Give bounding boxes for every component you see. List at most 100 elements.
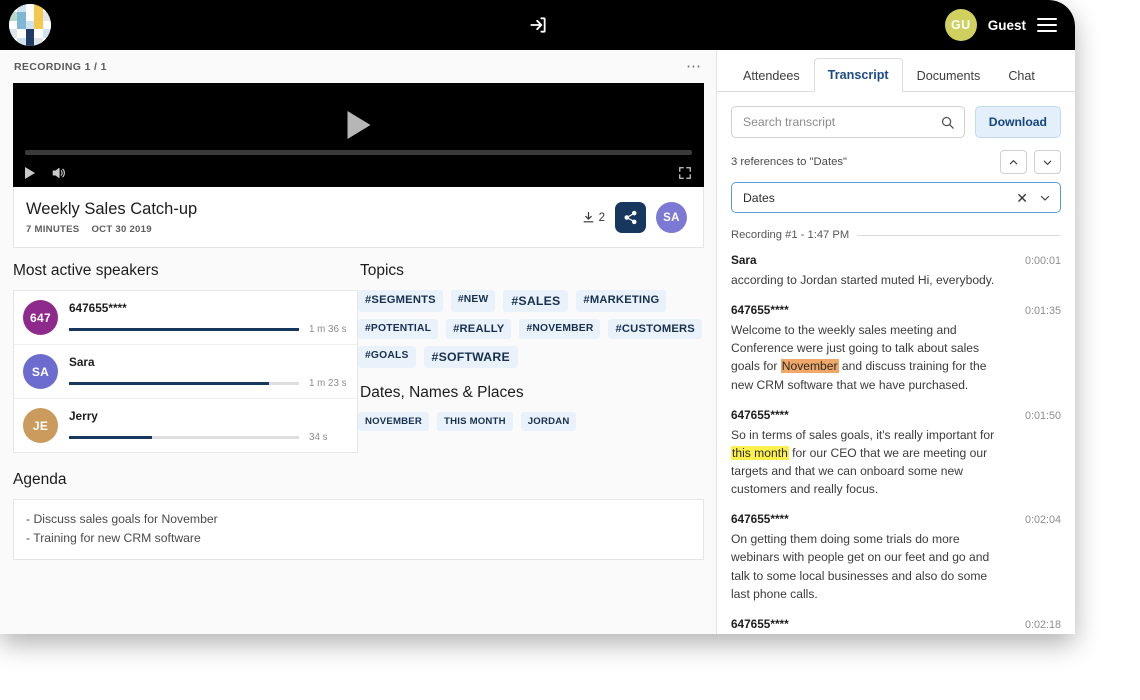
avatar: 647: [23, 300, 58, 335]
transcript-speaker: 647655****: [731, 303, 789, 318]
speaker-bar-fill: [69, 381, 270, 385]
transcript-entry[interactable]: Sara 0:00:01 according to Jordan started m…: [731, 253, 1061, 289]
volume-icon[interactable]: [51, 166, 67, 180]
transcript-entry[interactable]: 647655**** 0:01:50 So in terms of sales go…: [731, 408, 1061, 499]
transcript-entry[interactable]: 647655**** 0:02:04 On getting them doing s…: [731, 512, 1061, 603]
download-icon: [583, 212, 594, 223]
transcript-speaker: 647655****: [731, 407, 789, 422]
download-count[interactable]: 2: [582, 211, 605, 224]
speaker-row[interactable]: SA Sara 1 m 23 s: [14, 345, 357, 399]
speaker-name: Jerry: [69, 408, 98, 423]
meeting-summary-row: Weekly Sales Catch-up 7 MINUTES OCT 30 2…: [13, 187, 704, 248]
search-highlight: this month: [731, 445, 789, 460]
search-input[interactable]: [743, 115, 940, 129]
transcript-entry-head: Sara 0:00:01: [731, 253, 1061, 267]
transcript-text: according to Jordan started muted Hi, ev…: [731, 273, 995, 287]
play-icon[interactable]: [25, 167, 35, 179]
agenda-line: - Discuss sales goals for November: [26, 512, 218, 526]
transcript-entry-head: 647655**** 0:01:50: [731, 408, 1061, 422]
topic-tag[interactable]: #NOVEMBER: [519, 319, 601, 339]
owner-avatar[interactable]: SA: [656, 202, 687, 233]
user-name-label: Guest: [987, 17, 1026, 33]
prev-reference-button[interactable]: [1000, 150, 1027, 174]
transcript-timestamp: 0:00:01: [1024, 255, 1061, 267]
recording-divider-label: Recording #1 - 1:47 PM: [731, 229, 850, 241]
more-options-icon[interactable]: ⋯: [686, 59, 702, 74]
chevron-down-icon: [1043, 160, 1052, 165]
transcript-speaker: 647655****: [731, 616, 789, 631]
share-button[interactable]: [615, 202, 646, 233]
dates-section-title: Dates, Names & Places: [360, 384, 524, 401]
big-play-icon[interactable]: [347, 110, 370, 139]
date-name-place-tag[interactable]: JORDAN: [520, 412, 577, 431]
speaker-time: 1 m 23 s: [309, 377, 347, 389]
transcript-text: On getting them doing some trials do mor…: [731, 532, 990, 601]
speaker-body: 647655**** 1 m 36 s: [69, 301, 347, 335]
search-icon[interactable]: [940, 115, 955, 130]
next-reference-button[interactable]: [1034, 150, 1061, 174]
topic-tag[interactable]: #CUSTOMERS: [608, 319, 702, 339]
page-title: Weekly Sales Catch-up: [26, 200, 198, 218]
speaker-name: 647655****: [69, 300, 127, 315]
topic-tag[interactable]: #GOALS: [358, 346, 416, 368]
sign-in-arrow-icon[interactable]: [527, 14, 549, 36]
topic-tag[interactable]: #SEGMENTS: [358, 290, 443, 312]
agenda-section-title: Agenda: [13, 471, 67, 488]
hamburger-menu-icon[interactable]: [1037, 18, 1057, 32]
references-count-label: 3 references to "Dates": [731, 156, 848, 168]
topic-tag-list: #SEGMENTS #NEW #SALES #MARKETING #POTENTIAL #…: [358, 290, 704, 368]
download-transcript-button[interactable]: Download: [974, 106, 1061, 138]
dates-tag-list: NOVEMBER THIS MONTH JORDAN: [358, 412, 704, 431]
page-root: GU Guest RECORDING 1 / 1 ⋯ Weekly Sales …: [0, 0, 1140, 700]
video-scrubber[interactable]: [25, 150, 692, 155]
download-count-label: 2: [598, 211, 605, 224]
transcript-entry[interactable]: 647655**** 0:01:35 Welcome to the weekly s…: [731, 303, 1061, 394]
speakers-column: Most active speakers 647 647655**** 1 m 36…: [13, 262, 358, 453]
topic-tag[interactable]: #NEW: [450, 290, 496, 312]
topic-tag[interactable]: #POTENTIAL: [358, 319, 439, 339]
left-pane: RECORDING 1 / 1 ⋯ Weekly Sales Catch-up …: [0, 50, 717, 634]
body-split: RECORDING 1 / 1 ⋯ Weekly Sales Catch-up …: [0, 50, 1075, 634]
video-player[interactable]: [13, 83, 704, 187]
transcript-entry-head: 647655**** 0:01:35: [731, 303, 1061, 317]
topic-tag[interactable]: #SALES: [503, 290, 569, 312]
tab-documents[interactable]: Documents: [903, 59, 995, 92]
avatar[interactable]: GU: [944, 9, 977, 41]
fullscreen-icon[interactable]: [678, 166, 692, 180]
panel-tabs: Attendees Transcript Documents Chat: [717, 50, 1075, 92]
transcript-entry-head: 647655**** 0:02:04: [731, 512, 1061, 526]
filter-select[interactable]: Dates ✕: [731, 182, 1061, 213]
tab-attendees[interactable]: Attendees: [729, 59, 814, 92]
topic-tag[interactable]: #REALLY: [446, 319, 512, 339]
topics-column: Topics #SEGMENTS #NEW #SALES #MARKETING #POT…: [358, 262, 704, 453]
filter-selected-value: Dates: [743, 190, 775, 205]
speaker-row[interactable]: 647 647655**** 1 m 36 s: [14, 291, 357, 345]
video-controls: [13, 159, 704, 187]
transcript-timestamp: 0:01:50: [1024, 409, 1061, 422]
speaker-bar-track: [69, 381, 299, 385]
speaker-bar-track: [69, 327, 299, 331]
meeting-date: OCT 30 2019: [91, 224, 152, 235]
recording-header: RECORDING 1 / 1 ⋯: [0, 50, 716, 83]
transcript-timestamp: 0:01:35: [1024, 305, 1061, 318]
top-bar: GU Guest: [0, 0, 1075, 50]
date-name-place-tag[interactable]: THIS MONTH: [437, 412, 513, 431]
tab-chat[interactable]: Chat: [994, 59, 1049, 92]
tab-transcript[interactable]: Transcript: [813, 58, 903, 92]
speaker-name: Sara: [69, 354, 95, 369]
transcript-entry[interactable]: 647655****0:02:18We really need to push …: [731, 617, 1061, 634]
chevron-down-icon[interactable]: [1039, 192, 1051, 204]
speaker-time: 1 m 36 s: [309, 323, 347, 335]
speaker-list: 647 647655**** 1 m 36 s SA Sara 1 m 23 s JE Jer…: [13, 290, 358, 453]
speaker-row[interactable]: JE Jerry 34 s: [14, 399, 357, 452]
topic-tag[interactable]: #MARKETING: [576, 290, 667, 312]
transcript-search-row: Download: [717, 92, 1075, 138]
date-name-place-tag[interactable]: NOVEMBER: [358, 412, 430, 431]
topics-section-title: Topics: [360, 262, 404, 279]
avatar: JE: [23, 408, 58, 443]
search-input-wrapper[interactable]: [731, 106, 965, 138]
transcript-list: Sara 0:00:01 according to Jordan started m…: [717, 253, 1075, 634]
close-x-icon[interactable]: ✕: [1016, 191, 1028, 205]
topic-tag[interactable]: #SOFTWARE: [423, 346, 518, 368]
mosaic-logo-icon[interactable]: [9, 4, 51, 46]
